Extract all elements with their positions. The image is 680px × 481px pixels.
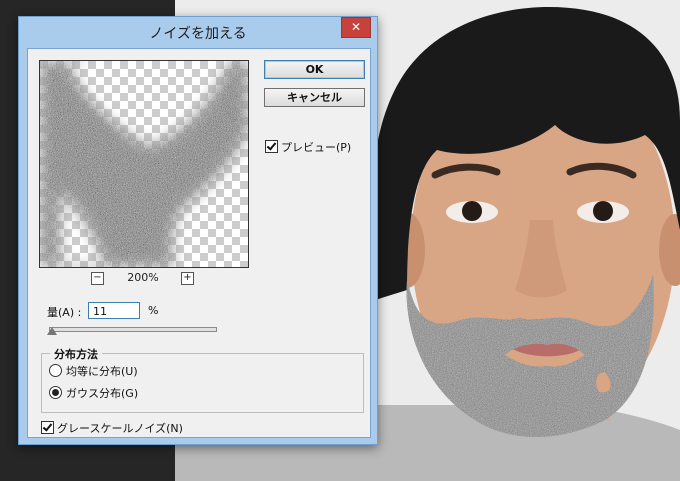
zoom-out-button[interactable]: −	[91, 272, 104, 285]
minus-square-icon: −	[93, 272, 102, 283]
amount-slider-thumb[interactable]	[46, 327, 57, 335]
gaussian-radio[interactable]	[49, 386, 62, 399]
noise-preview[interactable]	[39, 60, 249, 268]
ok-button[interactable]: OK	[264, 60, 365, 79]
distribution-title: 分布方法	[50, 346, 102, 362]
close-icon: ✕	[350, 20, 362, 34]
preview-image	[40, 61, 248, 267]
uniform-radio[interactable]	[49, 364, 62, 377]
amount-slider-track[interactable]	[49, 327, 217, 332]
monochromatic-checkbox-label[interactable]: グレースケールノイズ(N)	[57, 420, 183, 436]
dialog-body: − 200% + OK キャンセル プレビュー(P) 量(A) : 11 % 分…	[27, 48, 371, 438]
zoom-in-button[interactable]: +	[181, 272, 194, 285]
distribution-group: 分布方法 均等に分布(U) ガウス分布(G)	[41, 346, 364, 413]
add-noise-dialog: ノイズを加える ✕ − 200% + OK キャンセル プレビュー(P) 量(A…	[18, 16, 378, 445]
preview-checkbox[interactable]	[265, 140, 278, 153]
zoom-level: 200%	[127, 271, 159, 284]
zoom-controls: − 200% +	[39, 271, 247, 287]
uniform-radio-label[interactable]: 均等に分布(U)	[66, 363, 138, 379]
preview-checkbox-label[interactable]: プレビュー(P)	[281, 139, 351, 155]
monochromatic-checkbox[interactable]	[41, 421, 54, 434]
amount-label: 量(A) :	[47, 306, 82, 319]
plus-square-icon: +	[183, 272, 192, 283]
amount-input[interactable]: 11	[88, 302, 140, 319]
gaussian-radio-label[interactable]: ガウス分布(G)	[66, 385, 138, 401]
dialog-titlebar[interactable]: ノイズを加える ✕	[19, 17, 377, 47]
cancel-button[interactable]: キャンセル	[264, 88, 365, 107]
amount-unit: %	[148, 304, 159, 317]
close-button[interactable]: ✕	[341, 17, 371, 38]
dialog-title: ノイズを加える	[149, 26, 247, 42]
